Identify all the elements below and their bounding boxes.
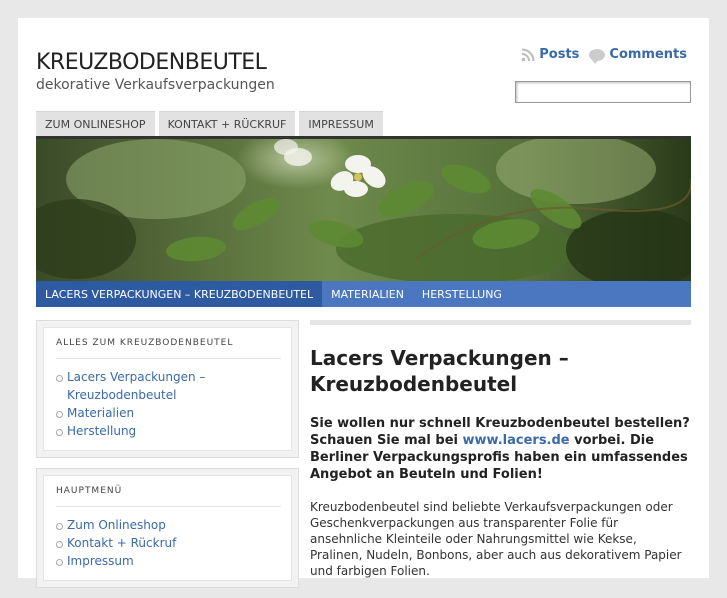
posts-feed-link[interactable]: Posts bbox=[521, 47, 579, 62]
post-body: Kreuzbodenbeutel sind beliebte Verkaufsv… bbox=[310, 500, 682, 578]
rss-icon bbox=[521, 48, 535, 62]
posts-label: Posts bbox=[539, 47, 580, 62]
list-item: Kontakt + Rückruf bbox=[56, 534, 281, 552]
sub-nav: LACERS VERPACKUNGEN – KREUZBODENBEUTEL M… bbox=[36, 281, 691, 307]
nav-kontakt-rueckruf[interactable]: KONTAKT + RÜCKRUF bbox=[158, 111, 296, 136]
site-title[interactable]: KREUZBODENBEUTEL bbox=[36, 50, 267, 75]
page: KREUZBODENBEUTEL dekorative Verkaufsverp… bbox=[18, 18, 709, 588]
comments-feed-link[interactable]: Comments bbox=[589, 47, 687, 64]
list-item: Impressum bbox=[56, 552, 281, 570]
nav-zum-onlineshop[interactable]: ZUM ONLINESHOP bbox=[36, 111, 155, 136]
sidebar-link-kontakt[interactable]: Kontakt + Rückruf bbox=[67, 536, 176, 550]
sidebar-link-onlineshop[interactable]: Zum Onlineshop bbox=[67, 518, 166, 532]
site-description: dekorative Verkaufsverpackungen bbox=[36, 77, 275, 93]
search-input[interactable] bbox=[515, 81, 691, 103]
post-title: Lacers Verpackungen – Kreuzbodenbeutel bbox=[310, 346, 569, 396]
subnav-lacers-verpackungen[interactable]: LACERS VERPACKUNGEN – KREUZBODENBEUTEL bbox=[36, 281, 323, 307]
subnav-herstellung[interactable]: HERSTELLUNG bbox=[413, 281, 511, 307]
list-item: Lacers Verpackungen – Kreuzbodenbeutel bbox=[56, 368, 281, 404]
widget-kreuzbodenbeutel: ALLES ZUM KREUZBODENBEUTEL Lacers Verpac… bbox=[36, 320, 299, 458]
post-lead: Sie wollen nur schnell Kreuzbodenbeutel … bbox=[310, 415, 691, 483]
subnav-materialien[interactable]: MATERIALIEN bbox=[322, 281, 413, 307]
list-item: Herstellung bbox=[56, 422, 281, 440]
widget-title: HAUPTMENÜ bbox=[56, 484, 281, 507]
sidebar: ALLES ZUM KREUZBODENBEUTEL Lacers Verpac… bbox=[36, 320, 299, 598]
widget-hauptmenue: HAUPTMENÜ Zum Onlineshop Kontakt + Rückr… bbox=[36, 468, 299, 588]
sidebar-link-herstellung[interactable]: Herstellung bbox=[67, 424, 136, 438]
list-item: Materialien bbox=[56, 404, 281, 422]
sidebar-link-impressum[interactable]: Impressum bbox=[67, 554, 134, 568]
feed-links: Posts Comments bbox=[521, 47, 687, 64]
widget-title: ALLES ZUM KREUZBODENBEUTEL bbox=[56, 336, 281, 359]
nav-impressum[interactable]: IMPRESSUM bbox=[299, 111, 383, 136]
sidebar-link-lacers[interactable]: Lacers Verpackungen – Kreuzbodenbeutel bbox=[67, 370, 205, 402]
list-item: Zum Onlineshop bbox=[56, 516, 281, 534]
comments-label: Comments bbox=[609, 47, 687, 62]
header-image bbox=[36, 136, 691, 281]
main-content: Lacers Verpackungen – Kreuzbodenbeutel S… bbox=[310, 320, 691, 579]
comment-bubble-icon bbox=[589, 48, 606, 64]
sidebar-link-materialien[interactable]: Materialien bbox=[67, 406, 134, 420]
divider bbox=[310, 320, 691, 325]
top-nav: ZUM ONLINESHOP KONTAKT + RÜCKRUF IMPRESS… bbox=[36, 111, 383, 136]
lacers-link[interactable]: www.lacers.de bbox=[463, 433, 570, 448]
